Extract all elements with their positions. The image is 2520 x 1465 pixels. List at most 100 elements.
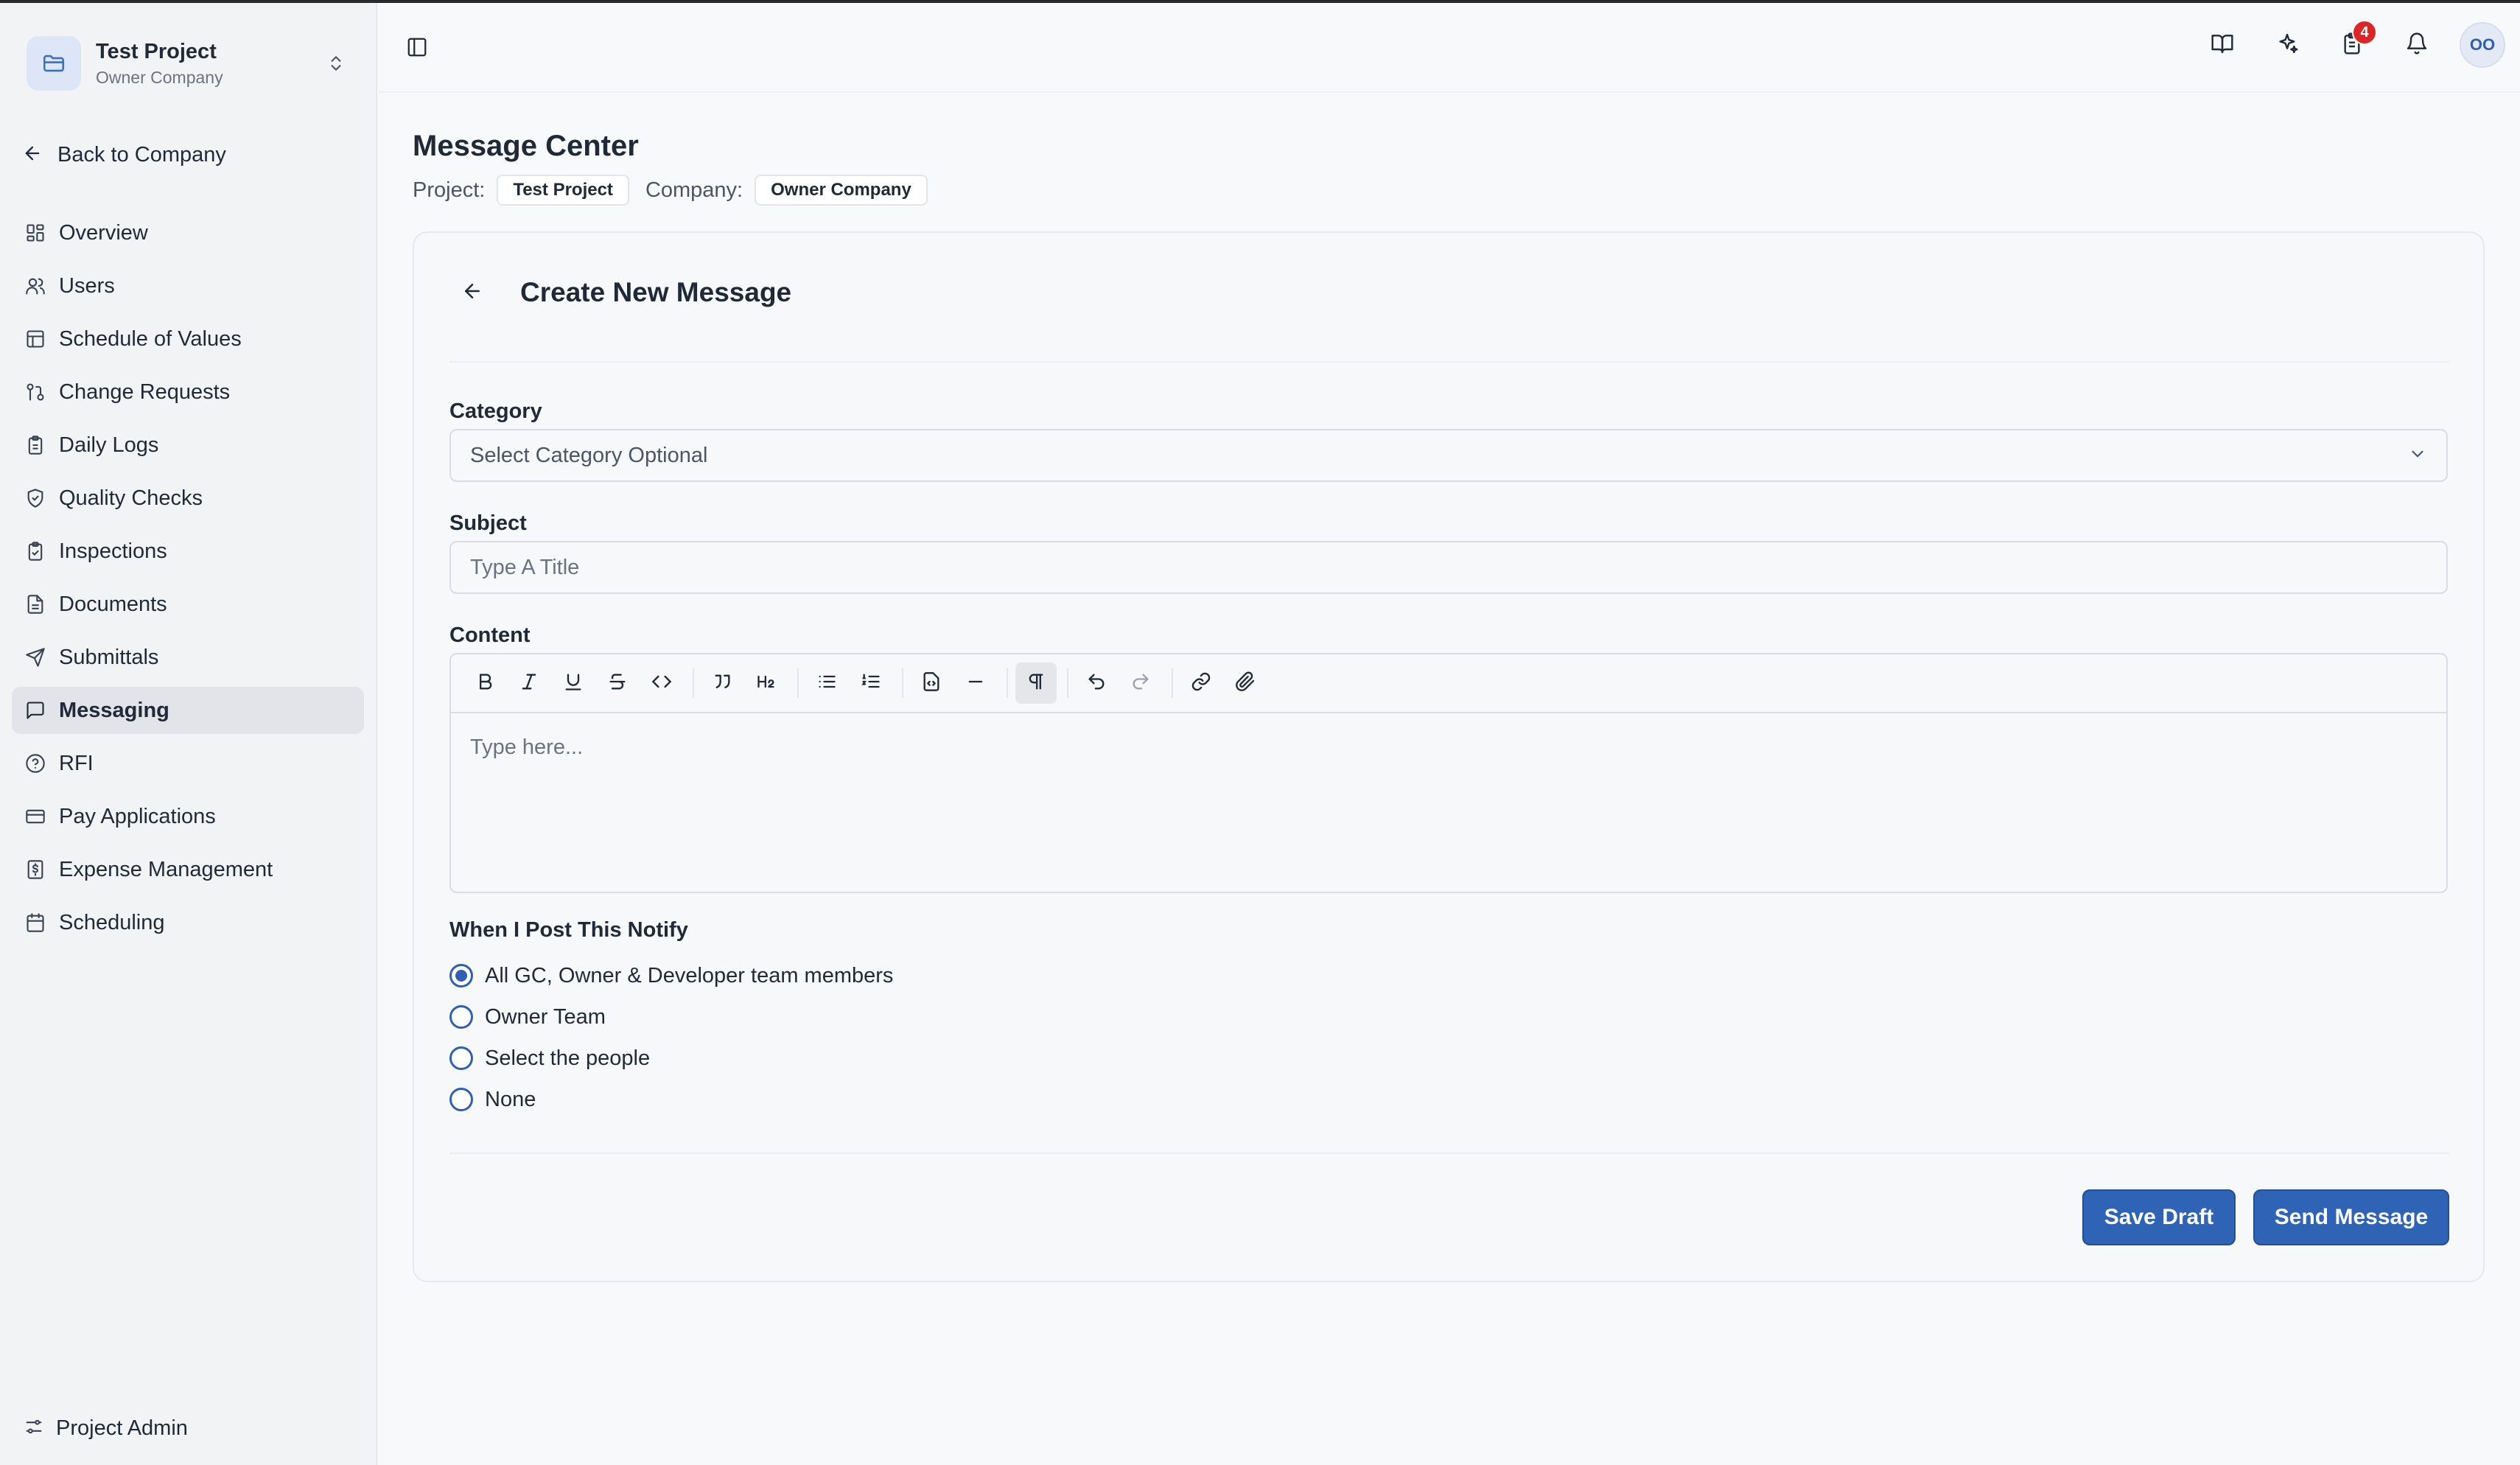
category-select-value: Select Category Optional	[470, 443, 708, 467]
sidebar-item-daily-logs[interactable]: Daily Logs	[12, 422, 364, 469]
receipt-icon	[24, 858, 47, 881]
notify-option-select-people[interactable]: Select the people	[449, 1038, 893, 1079]
ai-assistant-button[interactable]	[2265, 23, 2309, 67]
sidebar-item-documents[interactable]: Documents	[12, 581, 364, 628]
heading-2-icon	[756, 671, 777, 696]
sidebar-item-label: Quality Checks	[59, 486, 203, 510]
sidebar-item-messaging[interactable]: Messaging	[12, 687, 364, 734]
sidebar-item-schedule-of-values[interactable]: Schedule of Values	[12, 315, 364, 363]
help-docs-button[interactable]	[2200, 23, 2244, 67]
notify-radio-group: All GC, Owner & Developer team members O…	[449, 955, 893, 1120]
bold-button[interactable]	[464, 662, 505, 704]
bullet-list-button[interactable]	[806, 662, 847, 704]
strikethrough-icon	[607, 671, 628, 696]
ordered-list-icon	[861, 671, 881, 696]
company-meta-label: Company:	[645, 178, 743, 202]
radio-unselected[interactable]	[449, 1088, 473, 1111]
blockquote-button[interactable]	[701, 662, 743, 704]
chevron-down-icon	[2408, 444, 2427, 467]
undo-button[interactable]	[1076, 662, 1117, 704]
subject-label: Subject	[449, 511, 527, 535]
chevrons-up-down-icon	[321, 49, 351, 78]
radio-label: None	[485, 1087, 536, 1111]
users-icon	[24, 274, 47, 298]
rich-text-editor: Type here...	[449, 653, 2448, 893]
notify-label: When I Post This Notify	[449, 918, 688, 942]
back-to-company-link[interactable]: Back to Company	[22, 136, 226, 174]
sidebar-item-label: Daily Logs	[59, 433, 159, 457]
code-button[interactable]	[641, 662, 682, 704]
book-open-icon	[2211, 32, 2234, 59]
sidebar-item-pay-applications[interactable]: Pay Applications	[12, 793, 364, 840]
notify-option-none[interactable]: None	[449, 1079, 893, 1120]
form-title: Create New Message	[520, 277, 792, 307]
strikethrough-button[interactable]	[597, 662, 638, 704]
ordered-list-button[interactable]	[850, 662, 892, 704]
back-to-company-label: Back to Company	[57, 142, 226, 167]
toolbar-divider	[1172, 668, 1173, 698]
toolbar-divider	[1067, 668, 1068, 698]
grid-icon	[24, 221, 47, 245]
clipboard-icon	[24, 433, 47, 457]
notify-option-all-teams[interactable]: All GC, Owner & Developer team members	[449, 955, 893, 996]
sidebar-item-label: Scheduling	[59, 910, 165, 934]
radio-unselected[interactable]	[449, 1005, 473, 1029]
radio-unselected[interactable]	[449, 1046, 473, 1070]
back-button[interactable]	[454, 274, 491, 311]
subject-input[interactable]	[449, 541, 2448, 594]
radio-label: Select the people	[485, 1046, 651, 1070]
sidebar-item-expense-management[interactable]: Expense Management	[12, 846, 364, 893]
heading-2-button[interactable]	[746, 662, 787, 704]
toolbar-divider	[797, 668, 799, 698]
sidebar: Test Project Owner Company Back to Compa…	[0, 3, 377, 1465]
notifications-button[interactable]	[2395, 23, 2439, 67]
sidebar-item-overview[interactable]: Overview	[12, 209, 364, 256]
sidebar-item-quality-checks[interactable]: Quality Checks	[12, 475, 364, 522]
clipboard-check-icon	[24, 539, 47, 563]
git-pull-icon	[24, 380, 47, 404]
sidebar-item-scheduling[interactable]: Scheduling	[12, 899, 364, 946]
category-select[interactable]: Select Category Optional	[449, 429, 2448, 482]
pilcrow-icon	[1026, 671, 1046, 696]
folder-icon	[27, 36, 81, 91]
undo-icon	[1086, 671, 1107, 696]
editor-toolbar	[451, 654, 2446, 713]
send-icon	[24, 646, 47, 669]
radio-selected[interactable]	[449, 964, 473, 987]
notify-option-owner-team[interactable]: Owner Team	[449, 996, 893, 1038]
sidebar-item-users[interactable]: Users	[12, 262, 364, 310]
paragraph-button[interactable]	[1015, 662, 1057, 704]
toolbar-divider	[693, 668, 694, 698]
redo-button[interactable]	[1120, 662, 1161, 704]
code-block-button[interactable]	[911, 662, 952, 704]
project-company: Owner Company	[96, 68, 223, 87]
project-chip: Test Project	[497, 175, 629, 206]
code-icon	[651, 671, 672, 696]
document-icon	[24, 592, 47, 616]
send-message-button[interactable]: Send Message	[2253, 1189, 2449, 1245]
save-draft-button[interactable]: Save Draft	[2082, 1189, 2236, 1245]
bold-icon	[475, 671, 495, 696]
project-switcher[interactable]: Test Project Owner Company	[27, 31, 351, 96]
card-header: Create New Message	[449, 274, 2449, 363]
tasks-button[interactable]: 4	[2330, 20, 2377, 67]
sidebar-item-change-requests[interactable]: Change Requests	[12, 368, 364, 416]
context-meta: Project: Test Project Company: Owner Com…	[413, 174, 944, 206]
user-avatar[interactable]: OO	[2460, 22, 2505, 68]
sidebar-item-submittals[interactable]: Submittals	[12, 634, 364, 681]
underline-button[interactable]	[553, 662, 594, 704]
project-admin-link[interactable]: Project Admin	[24, 1408, 188, 1449]
sidebar-toggle-button[interactable]	[401, 32, 433, 65]
sidebar-item-rfi[interactable]: RFI	[12, 740, 364, 787]
sidebar-item-label: Overview	[59, 220, 148, 245]
sidebar-item-inspections[interactable]: Inspections	[12, 528, 364, 575]
attachment-button[interactable]	[1225, 662, 1266, 704]
link-button[interactable]	[1180, 662, 1222, 704]
sidebar-item-label: Documents	[59, 592, 167, 616]
italic-icon	[519, 671, 539, 696]
project-admin-label: Project Admin	[56, 1416, 188, 1440]
horizontal-rule-button[interactable]	[955, 662, 996, 704]
italic-button[interactable]	[508, 662, 550, 704]
content-editor-area[interactable]: Type here...	[451, 713, 2446, 893]
shield-check-icon	[24, 486, 47, 510]
